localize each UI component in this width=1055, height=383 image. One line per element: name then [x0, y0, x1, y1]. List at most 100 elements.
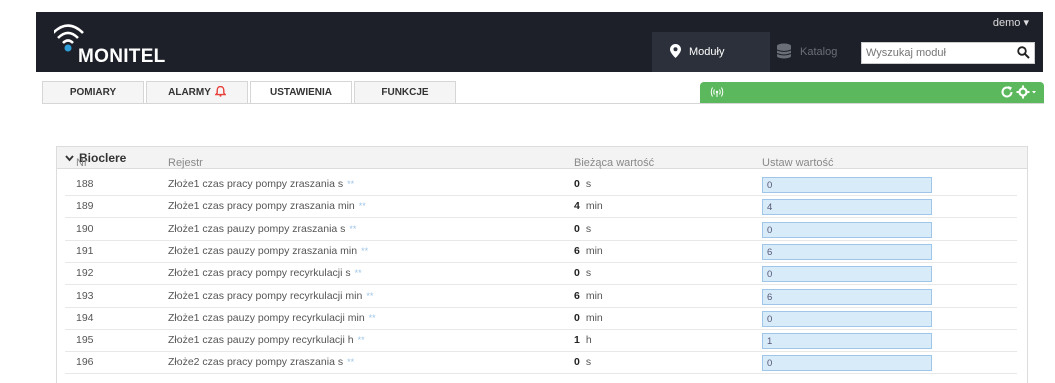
set-value-input[interactable]: 0 — [762, 177, 932, 193]
table-row: 191 Złoże1 czas pauzy pompy zraszania min… — [65, 241, 1017, 263]
current-value: 1 — [574, 334, 580, 347]
set-value-input[interactable]: 1 — [762, 333, 932, 350]
row-register: Złoże1 czas pauzy pompy recyrkulacji h ** — [168, 334, 365, 346]
asterisk-icon: ** — [354, 268, 362, 279]
register-name: Złoże1 czas pracy pompy zraszania s — [168, 178, 344, 190]
col-nr: Nr — [76, 157, 88, 169]
col-current-value: Bieżąca wartość — [574, 157, 655, 169]
register-name: Złoże1 czas pauzy pompy recyrkulacji h — [168, 334, 354, 347]
current-value: 0 — [574, 267, 580, 280]
search-icon[interactable] — [1017, 46, 1030, 62]
signal-icon — [710, 86, 724, 101]
col-register: Rejestr — [168, 157, 203, 169]
current-value: 6 — [574, 244, 580, 257]
current-value: 0 — [574, 311, 580, 324]
tab-funkcje-label: FUNKCJE — [381, 87, 429, 98]
connection-status-bar — [700, 82, 1044, 104]
table-row: 189 Złoże1 czas pracy pompy zraszania min… — [65, 196, 1017, 219]
register-name: Złoże1 czas pracy pompy recyrkulacji s — [168, 267, 351, 280]
asterisk-icon: ** — [347, 179, 355, 189]
row-nr: 196 — [76, 356, 94, 369]
set-value-input[interactable]: 0 — [762, 355, 932, 372]
row-register: Złoże1 czas pauzy pompy zraszania min ** — [168, 245, 368, 257]
register-name: Złoże1 czas pauzy pompy zraszania min — [168, 244, 358, 257]
username: demo — [992, 17, 1021, 29]
set-value-input[interactable]: 6 — [762, 243, 932, 260]
asterisk-icon: ** — [368, 312, 376, 323]
bell-icon — [214, 85, 227, 100]
set-value-input[interactable]: 0 — [762, 310, 932, 327]
tab-bar: POMIARY ALARMY USTAWIENIA FUNKCJE — [42, 81, 458, 103]
nav-katalog-label: Katalog — [800, 46, 838, 58]
asterisk-icon: ** — [361, 245, 369, 256]
asterisk-icon: ** — [357, 335, 365, 346]
row-register: Złoże1 czas pracy pompy zraszania s ** — [168, 178, 354, 190]
row-current-value: 0s — [574, 267, 591, 279]
row-current-value: 6 min — [574, 245, 603, 257]
user-menu[interactable]: demo ▾ — [993, 16, 1029, 29]
row-register: Złoże1 czas pracy pompy recyrkulacji s ** — [168, 267, 362, 279]
current-unit: min — [585, 289, 603, 302]
table-row: 188 Złoże1 czas pracy pompy zraszania s **… — [65, 174, 1017, 196]
current-value: 6 — [574, 289, 580, 302]
current-unit: s — [585, 267, 592, 280]
row-nr: 189 — [76, 200, 94, 213]
table-row: 190 Złoże1 czas pauzy pompy zraszania s **… — [65, 219, 1017, 241]
set-value-input[interactable]: 0 — [762, 266, 932, 283]
row-nr: 192 — [76, 267, 94, 280]
caret-down-icon: ▾ — [1023, 17, 1029, 29]
asterisk-icon: ** — [347, 357, 355, 368]
register-name: Złoże1 czas pracy pompy zraszania min — [168, 200, 355, 213]
current-value: 0 — [574, 178, 580, 190]
row-nr: 193 — [76, 289, 94, 302]
row-current-value: 0s — [574, 178, 591, 190]
chevron-down-icon — [65, 151, 74, 165]
row-nr: 194 — [76, 311, 94, 324]
row-current-value: 0 min — [574, 312, 603, 324]
top-navbar: MONITEL demo ▾ Moduły Katalog — [36, 12, 1043, 72]
brand-name: MONITEL — [78, 46, 166, 67]
asterisk-icon: ** — [366, 290, 374, 301]
table-row: 194 Złoże1 czas pauzy pompy recyrkulacji … — [65, 308, 1017, 330]
register-name: Złoże1 czas pracy pompy recyrkulacji min — [168, 289, 363, 302]
database-icon — [776, 43, 792, 62]
tab-pomiary-label: POMIARY — [69, 87, 117, 98]
search-input[interactable] — [862, 47, 1008, 59]
current-value: 0 — [574, 222, 580, 235]
tab-alarmy[interactable]: ALARMY — [146, 81, 248, 103]
refresh-icon[interactable] — [1000, 85, 1014, 102]
map-pin-icon — [670, 43, 681, 61]
tab-ustawienia[interactable]: USTAWIENIA — [250, 81, 352, 103]
row-nr: 188 — [76, 178, 94, 190]
row-register: Złoże1 czas pauzy pompy zraszania s ** — [168, 223, 356, 235]
register-name: Złoże1 czas pauzy pompy recyrkulacji min — [168, 311, 365, 324]
row-current-value: 1h — [574, 334, 592, 346]
table-row: 195 Złoże1 czas pauzy pompy recyrkulacji … — [65, 330, 1017, 353]
tab-alarmy-label: ALARMY — [168, 87, 211, 98]
nav-moduly[interactable]: Moduły — [652, 32, 770, 72]
row-register: Złoże2 czas pracy pompy zraszania s ** — [168, 356, 354, 368]
row-nr: 195 — [76, 334, 94, 347]
module-search — [861, 42, 1035, 64]
tab-pomiary[interactable]: POMIARY — [42, 81, 144, 103]
set-value-input[interactable]: 4 — [762, 199, 932, 216]
current-unit: min — [585, 200, 603, 213]
nav-katalog[interactable]: Katalog — [770, 32, 860, 72]
nav-moduly-label: Moduły — [689, 46, 725, 58]
row-register: Złoże1 czas pracy pompy recyrkulacji min… — [168, 290, 373, 302]
register-name: Złoże1 czas pauzy pompy zraszania s — [168, 222, 346, 235]
col-set-value: Ustaw wartość — [762, 157, 834, 169]
gear-icon[interactable] — [1016, 85, 1036, 102]
set-value-input[interactable]: 6 — [762, 288, 932, 305]
row-nr: 191 — [76, 244, 94, 257]
row-current-value: 0s — [574, 356, 591, 368]
tab-ustawienia-label: USTAWIENIA — [269, 87, 333, 98]
table-row: 196 Złoże2 czas pracy pompy zraszania s **… — [65, 352, 1017, 375]
row-register: Złoże1 czas pauzy pompy recyrkulacji min… — [168, 312, 376, 324]
set-value-input[interactable]: 0 — [762, 221, 932, 238]
brand-logo[interactable]: MONITEL — [54, 22, 194, 67]
tab-funkcje[interactable]: FUNKCJE — [354, 81, 456, 103]
row-current-value: 6 min — [574, 290, 603, 302]
current-value: 0 — [574, 356, 580, 369]
current-unit: s — [585, 178, 592, 190]
